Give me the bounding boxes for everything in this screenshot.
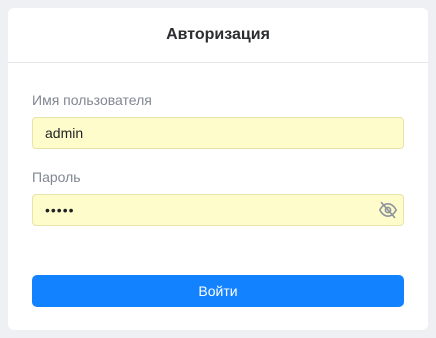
card-header: Авторизация [8,8,428,63]
login-button[interactable]: Войти [32,275,404,307]
eye-slash-icon[interactable] [378,201,398,219]
username-input[interactable] [32,117,404,149]
password-label: Пароль [32,169,81,185]
username-label: Имя пользователя [32,92,152,108]
password-input[interactable] [32,194,404,226]
page-title: Авторизация [166,26,270,43]
login-card: Авторизация Имя пользователя Пароль Войт… [8,8,428,330]
